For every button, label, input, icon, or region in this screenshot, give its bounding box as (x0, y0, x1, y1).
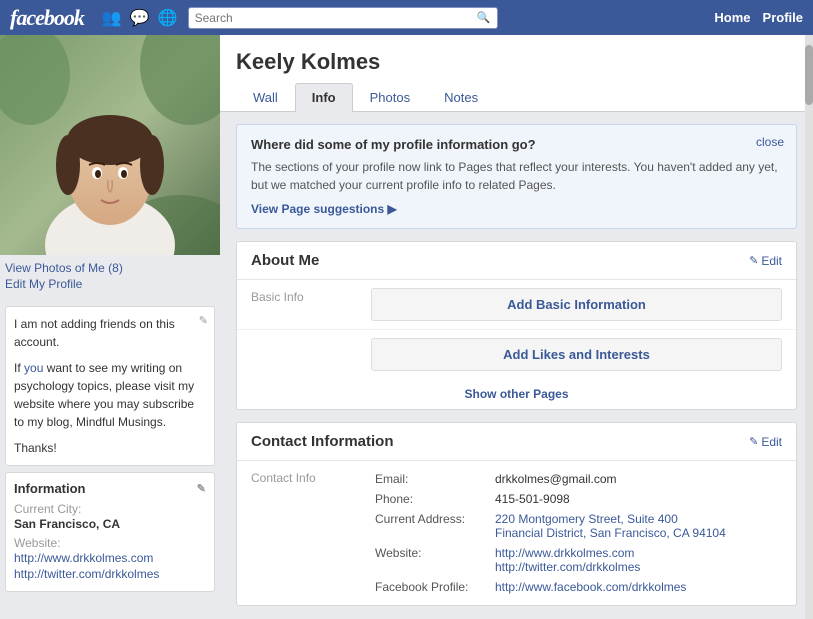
header: facebook 👥 💬 🌐 🔍 Home Profile (0, 0, 813, 35)
profile-photo-svg (0, 35, 220, 255)
content: Keely Kolmes Wall Info Photos Notes Wher… (220, 35, 813, 619)
address-link[interactable]: 220 Montgomery Street, Suite 400 (495, 512, 678, 526)
banner-text: The sections of your profile now link to… (251, 158, 782, 194)
messages-icon[interactable]: 💬 (130, 8, 150, 28)
nav-profile[interactable]: Profile (763, 10, 803, 25)
status-edit-icon[interactable] (199, 313, 208, 330)
header-icons: 👥 💬 🌐 (102, 8, 178, 28)
website-value-link-1[interactable]: http://www.drkkolmes.com (495, 546, 778, 560)
current-city-label: Current City: (14, 502, 206, 516)
likes-label (251, 338, 371, 340)
photo-placeholder (0, 35, 220, 255)
show-other-pages-link[interactable]: Show other Pages (464, 387, 568, 401)
about-me-title: About Me (251, 252, 319, 269)
website-label: Website: (14, 536, 206, 550)
profile-photo (0, 35, 220, 255)
header-nav: Home Profile (714, 10, 803, 25)
address-value: 220 Montgomery Street, Suite 400 Financi… (491, 509, 782, 543)
website-field-value: http://www.drkkolmes.com http://twitter.… (491, 543, 782, 577)
globe-icon[interactable]: 🌐 (158, 8, 178, 28)
facebook-logo: facebook (10, 5, 84, 31)
phone-value: 415-501-9098 (491, 489, 782, 509)
website-field-label: Website: (371, 543, 491, 577)
likes-row: Add Likes and Interests (237, 330, 796, 379)
current-city-value: San Francisco, CA (14, 517, 206, 531)
address-link-2[interactable]: Financial District, San Francisco, CA 94… (495, 526, 726, 540)
sidebar-info: Information Current City: San Francisco,… (5, 472, 215, 592)
sidebar: View Photos of Me (8) Edit My Profile I … (0, 35, 220, 619)
basic-info-label: Basic Info (251, 288, 371, 304)
contact-info-edit-button[interactable]: ✎ Edit (749, 435, 782, 449)
photo-links: View Photos of Me (8) Edit My Profile (0, 255, 220, 300)
basic-info-row: Basic Info Add Basic Information (237, 280, 796, 330)
fb-profile-value: http://www.facebook.com/drkkolmes (491, 577, 782, 597)
scrollbar[interactable] (805, 35, 813, 619)
info-banner: Where did some of my profile information… (236, 124, 797, 229)
website-value-link-2[interactable]: http://twitter.com/drkkolmes (495, 560, 778, 574)
phone-label: Phone: (371, 489, 491, 509)
contact-table: Email: drkkolmes@gmail.com Phone: 415-50… (371, 469, 782, 597)
sidebar-info-title: Information (14, 481, 86, 496)
website-link-1[interactable]: http://www.drkkolmes.com (14, 551, 206, 565)
sidebar-info-edit-icon[interactable] (197, 482, 206, 495)
address-label: Current Address: (371, 509, 491, 543)
contact-info-header: Contact Information ✎ Edit (237, 423, 796, 461)
contact-info-body: Contact Info Email: drkkolmes@gmail.com … (237, 461, 796, 605)
contact-email-row: Email: drkkolmes@gmail.com (371, 469, 782, 489)
basic-info-content: Add Basic Information (371, 288, 782, 321)
profile-name-bar: Keely Kolmes Wall Info Photos Notes (220, 35, 813, 112)
search-bar: 🔍 (188, 7, 498, 29)
contact-info-label: Contact Info (251, 469, 371, 597)
sidebar-status: I am not adding friends on this account.… (5, 306, 215, 466)
view-page-suggestions-link[interactable]: View Page suggestions ▶ (251, 202, 397, 216)
likes-content: Add Likes and Interests (371, 338, 782, 371)
contact-phone-row: Phone: 415-501-9098 (371, 489, 782, 509)
tab-photos[interactable]: Photos (353, 83, 427, 111)
search-input[interactable] (195, 11, 477, 25)
status-text-1: I am not adding friends on this account. (14, 315, 206, 351)
status-text-3: Thanks! (14, 439, 206, 457)
fb-profile-link[interactable]: http://www.facebook.com/drkkolmes (495, 580, 686, 594)
tab-info[interactable]: Info (295, 83, 353, 112)
contact-website-row: Website: http://www.drkkolmes.com http:/… (371, 543, 782, 577)
add-likes-button[interactable]: Add Likes and Interests (371, 338, 782, 371)
nav-home[interactable]: Home (714, 10, 750, 25)
add-basic-info-button[interactable]: Add Basic Information (371, 288, 782, 321)
about-me-header: About Me ✎ Edit (237, 242, 796, 280)
main: View Photos of Me (8) Edit My Profile I … (0, 35, 813, 619)
about-me-edit-button[interactable]: ✎ Edit (749, 254, 782, 268)
profile-name: Keely Kolmes (236, 49, 797, 75)
fb-profile-label: Facebook Profile: (371, 577, 491, 597)
email-label: Email: (371, 469, 491, 489)
email-value: drkkolmes@gmail.com (491, 469, 782, 489)
scrollbar-thumb[interactable] (805, 45, 813, 105)
about-me-edit-label: Edit (761, 254, 782, 268)
sidebar-info-header: Information (14, 481, 206, 496)
status-you-link[interactable]: you (24, 361, 43, 375)
contact-fb-profile-row: Facebook Profile: http://www.facebook.co… (371, 577, 782, 597)
tab-notes[interactable]: Notes (427, 83, 495, 111)
search-icon: 🔍 (477, 11, 491, 24)
edit-pencil-icon: ✎ (749, 254, 758, 267)
contact-address-row: Current Address: 220 Montgomery Street, … (371, 509, 782, 543)
tab-wall[interactable]: Wall (236, 83, 295, 111)
edit-profile-link[interactable]: Edit My Profile (0, 276, 220, 292)
banner-close-button[interactable]: close (756, 135, 784, 149)
contact-info-section: Contact Information ✎ Edit Contact Info … (236, 422, 797, 606)
friends-icon[interactable]: 👥 (102, 8, 122, 28)
contact-info-fields: Email: drkkolmes@gmail.com Phone: 415-50… (371, 469, 782, 597)
show-pages-row: Show other Pages (237, 379, 796, 409)
view-photos-link[interactable]: View Photos of Me (8) (0, 260, 220, 276)
banner-title: Where did some of my profile information… (251, 137, 782, 152)
contact-edit-pencil-icon: ✎ (749, 435, 758, 448)
website-link-2[interactable]: http://twitter.com/drkkolmes (14, 567, 206, 581)
contact-info-edit-label: Edit (761, 435, 782, 449)
profile-tabs: Wall Info Photos Notes (236, 83, 797, 111)
contact-info-title: Contact Information (251, 433, 394, 450)
about-me-section: About Me ✎ Edit Basic Info Add Basic Inf… (236, 241, 797, 410)
status-text-2: If you want to see my writing on psychol… (14, 359, 206, 431)
